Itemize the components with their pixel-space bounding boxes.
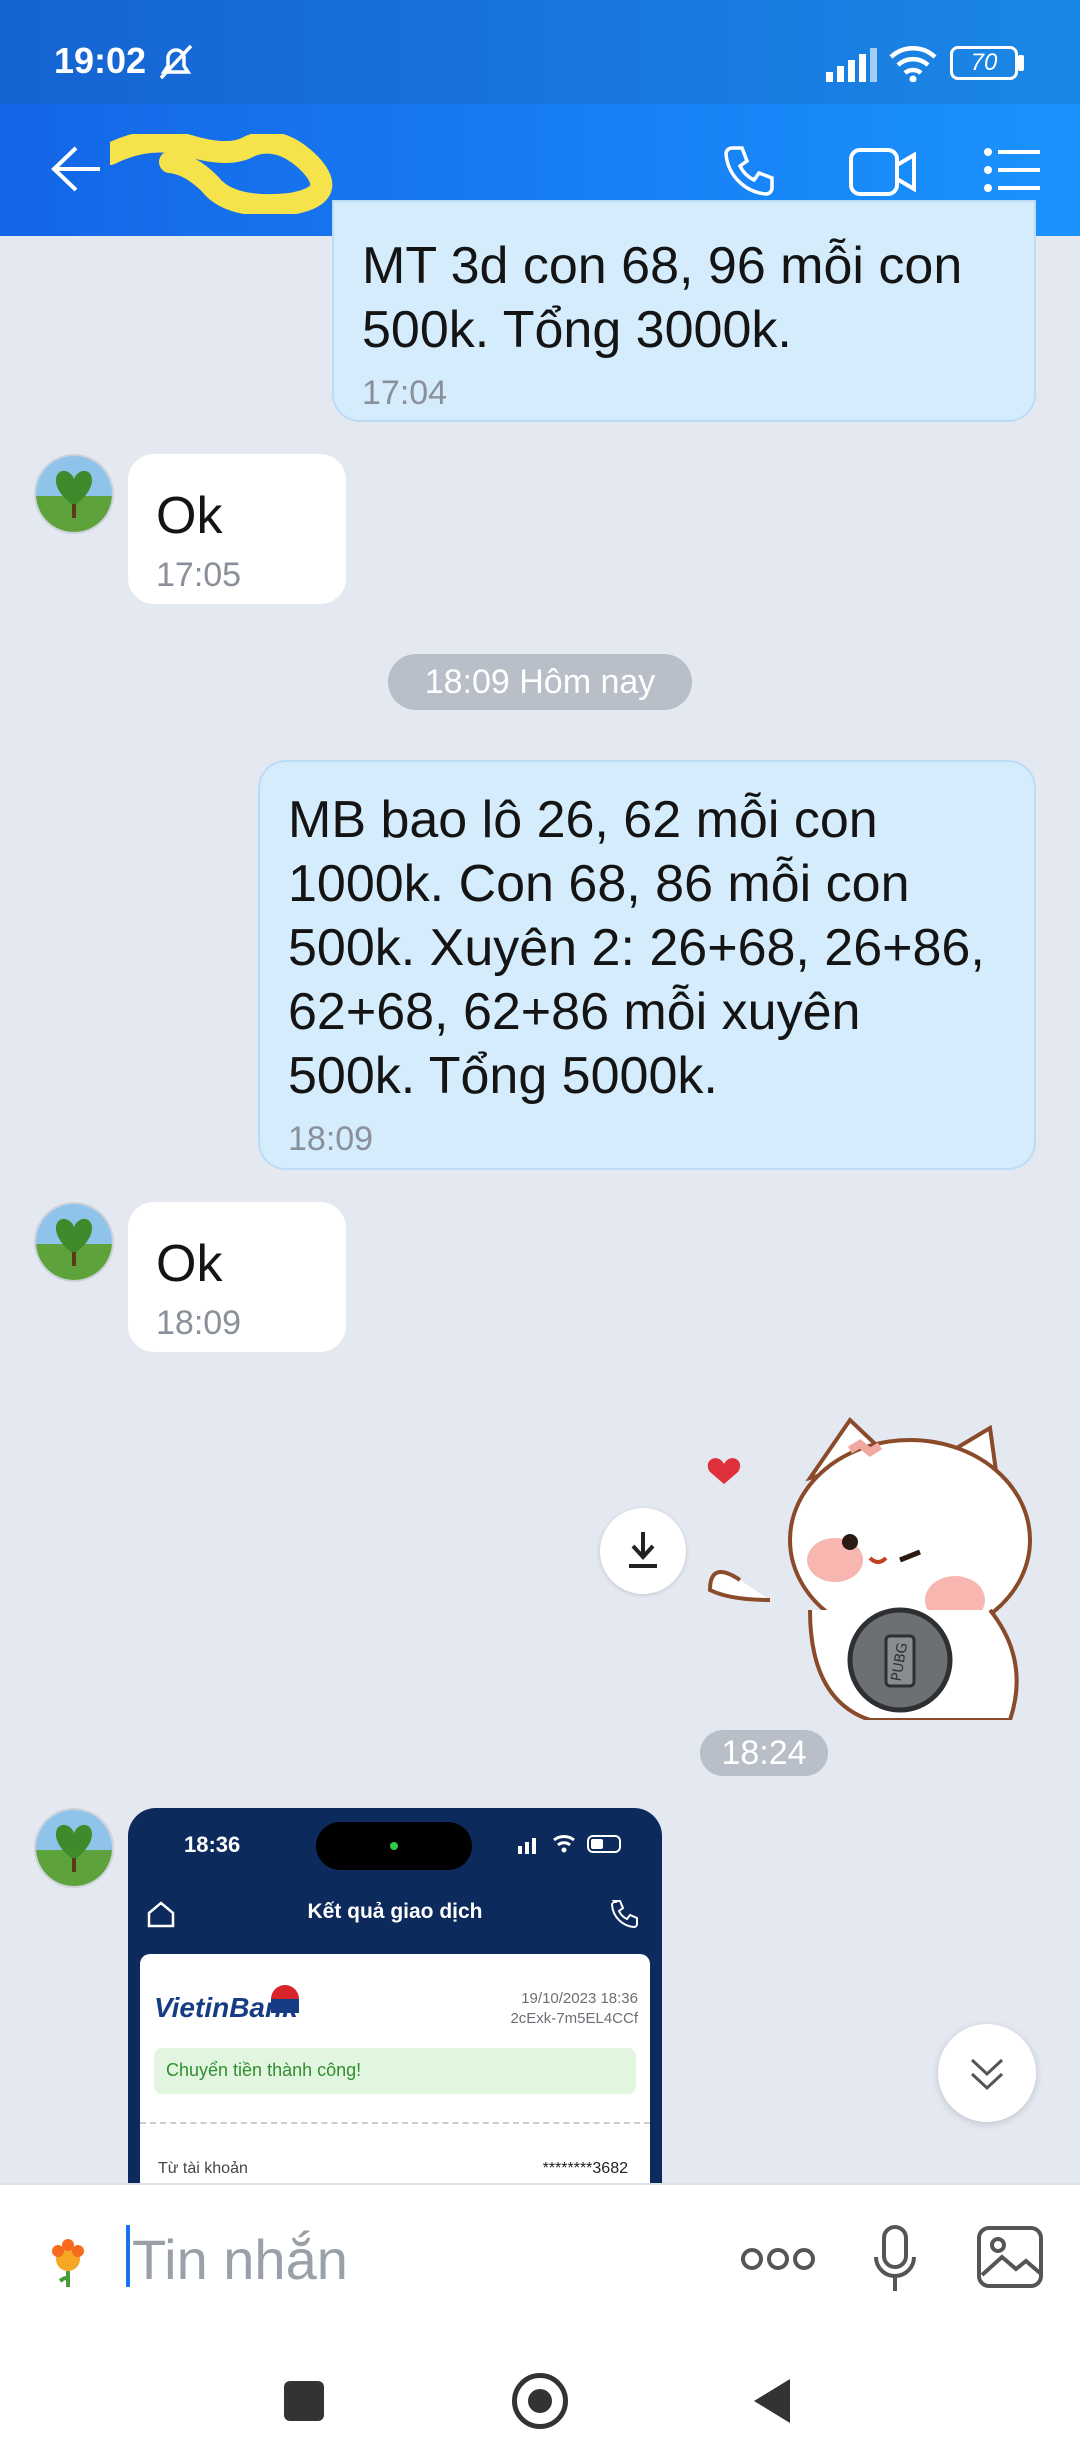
message-time: 18:09 [288,1120,374,1158]
message-time: 17:05 [156,556,242,594]
avatar[interactable] [34,1808,114,1888]
home-button[interactable] [512,2373,568,2429]
message-text: MB bao lô 26, 62 mỗi con 1000k. Con 68, … [288,791,985,1105]
message-time-pill: 18:24 [700,1730,828,1776]
shot-title: Kết quả giao dịch [307,1900,483,1923]
download-button[interactable] [600,1508,686,1594]
phone-support-icon [608,1898,640,1935]
back-button[interactable] [752,2377,792,2430]
camera-dot [390,1842,398,1850]
message-input[interactable]: Tin nhắn [132,2227,348,2292]
message-text: Ok [156,1235,223,1293]
from-account-value: ********3682 [542,2160,628,2177]
status-banner-text: Chuyển tiền thành công! [166,2060,362,2080]
scroll-to-bottom-button[interactable] [938,2024,1036,2122]
image-gallery-icon[interactable] [976,2225,1044,2294]
video-call-icon[interactable] [848,146,918,198]
mute-bell-icon [156,42,196,87]
download-icon [625,1530,661,1577]
shot-status-time: 18:36 [184,1832,241,1857]
message-bubble-outgoing[interactable]: MT 3d con 68, 96 mỗi con 500k. Tổng 3000… [332,200,1036,422]
wifi-icon [888,44,938,87]
status-time: 19:02 [54,40,147,81]
bank-logo-mark [268,1982,302,2021]
from-account-label: Từ tài khoản [158,2160,248,2177]
sticker-cat[interactable]: PUBG [700,1410,1040,1722]
avatar[interactable] [34,1202,114,1282]
message-text: Ok [156,487,223,545]
message-time: 17:04 [362,374,448,412]
phone-call-icon[interactable] [720,142,778,200]
image-message-bank-receipt[interactable]: 18:36 Kết quả giao dịch VietinBank 19/10… [128,1808,662,2183]
divider [140,2122,650,2124]
avatar[interactable] [34,454,114,534]
home-button-dot [528,2389,552,2413]
message-bubble-incoming[interactable]: Ok 18:09 [126,1200,348,1354]
signal-icon [826,46,878,87]
more-options-icon[interactable] [740,2245,816,2278]
system-navigation-bar [0,2335,1080,2460]
message-time: 18:09 [156,1304,242,1342]
receipt-card: VietinBank 19/10/2023 18:36 2cExk-7m5EL4… [140,1954,650,2183]
shot-status-icons [518,1832,628,1854]
microphone-icon[interactable] [870,2223,920,2300]
date-separator: 18:09 Hôm nay [388,654,692,710]
battery-level: 70 [970,49,998,76]
status-bar: 19:02 70 [0,0,1080,104]
recent-apps-button[interactable] [284,2381,324,2421]
double-chevron-down-icon [968,2054,1006,2097]
message-text: MT 3d con 68, 96 mỗi con 500k. Tổng 3000… [362,237,963,359]
menu-list-icon[interactable] [984,148,1042,192]
status-banner: Chuyển tiền thành công! [154,2048,636,2094]
message-bubble-incoming[interactable]: Ok 17:05 [126,452,348,606]
message-bubble-outgoing[interactable]: MB bao lô 26, 62 mỗi con 1000k. Con 68, … [258,760,1036,1170]
sticker-icon[interactable] [42,2237,94,2294]
text-cursor [126,2225,130,2287]
receipt-ref: 2cExk-7m5EL4CCf [510,2010,638,2027]
back-arrow-icon[interactable] [50,144,104,194]
message-input-bar: Tin nhắn [0,2183,1080,2337]
receipt-datetime: 19/10/2023 18:36 [521,1990,638,2007]
contact-name-redaction [99,130,360,219]
battery-tip [1018,55,1024,71]
battery-icon: 70 [950,46,1018,80]
